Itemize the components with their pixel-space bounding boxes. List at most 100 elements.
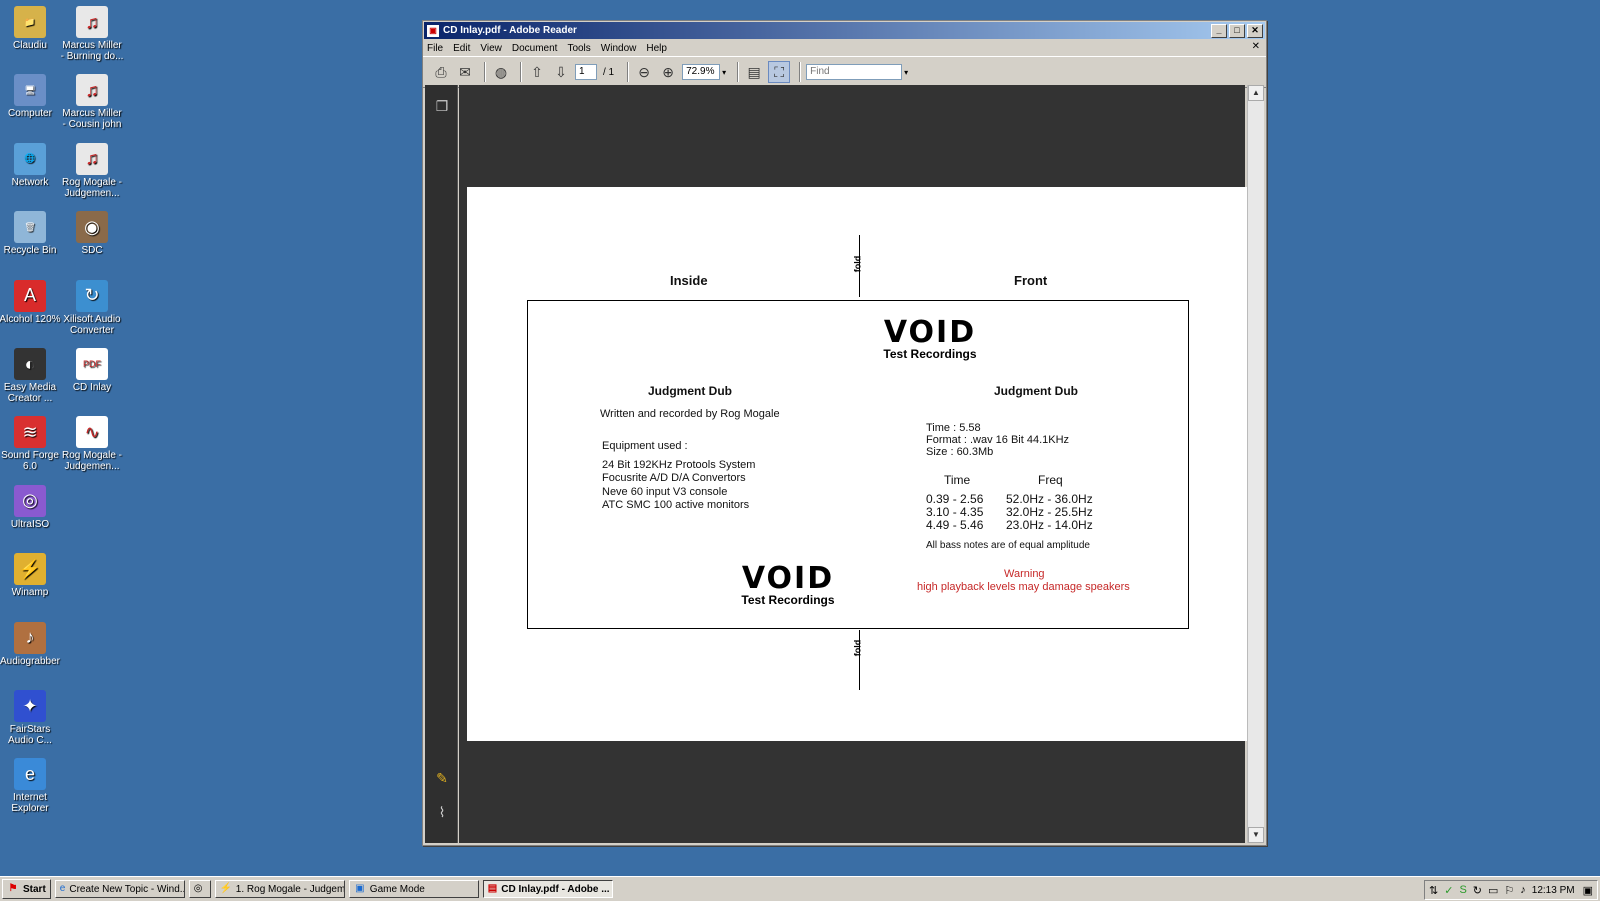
- taskbar-item-adobe-reader[interactable]: ▤ CD Inlay.pdf - Adobe ...: [482, 880, 613, 898]
- taskbar-item-create-topic[interactable]: e Create New Topic - Wind...: [54, 880, 185, 898]
- clock[interactable]: 12:13 PM: [1532, 885, 1575, 896]
- track-info: Size : 60.3Mb: [926, 446, 994, 458]
- desktop-icon[interactable]: 🌐 Network: [0, 142, 62, 188]
- app-icon: ◐: [14, 348, 46, 380]
- desktop-icon[interactable]: 🗑 Recycle Bin: [0, 211, 62, 256]
- sync-tray-icon[interactable]: ↻: [1473, 884, 1482, 897]
- toolbar-separator: [520, 62, 522, 82]
- desktop-icon[interactable]: ♫ Marcus Miller - Burning do...: [60, 6, 124, 62]
- scroll-up-icon[interactable]: ▲: [1248, 85, 1264, 101]
- taskbar-item-game-mode[interactable]: ▣ Game Mode: [348, 880, 479, 898]
- display-tray-icon[interactable]: ▭: [1488, 884, 1498, 897]
- app-icon: ♪: [14, 621, 46, 654]
- taskbar-item-media[interactable]: ◎: [188, 880, 211, 898]
- media-icon: ◎: [193, 883, 203, 894]
- menu-view[interactable]: View: [480, 43, 502, 54]
- desktop-icon[interactable]: e Internet Explorer: [0, 758, 62, 814]
- desktop-icon-label: Audiograbber: [0, 655, 61, 667]
- equipment-item: Focusrite A/D D/A Convertors: [602, 472, 746, 484]
- close-button[interactable]: ✕: [1247, 23, 1263, 38]
- menu-window[interactable]: Window: [601, 43, 637, 54]
- minimize-button[interactable]: _: [1211, 23, 1227, 38]
- zoom-in-icon[interactable]: ⊕: [658, 62, 678, 82]
- desktop-icon[interactable]: ♫ Marcus Miller - Cousin john: [60, 74, 124, 130]
- title-bar[interactable]: ▣ CD Inlay.pdf - Adobe Reader _ □ ✕: [424, 22, 1265, 39]
- time-header: Time: [944, 473, 971, 487]
- zoom-dropdown-icon[interactable]: ▾: [722, 68, 726, 77]
- equipment-item: 24 Bit 192KHz Protools System: [602, 459, 756, 471]
- desktop-icon[interactable]: ♫ Rog Mogale - Judgemen...: [60, 142, 124, 199]
- desktop-icon-label: Rog Mogale - Judgemen...: [61, 450, 123, 473]
- menu-file[interactable]: File: [427, 43, 443, 54]
- next-page-icon[interactable]: ⇩: [551, 62, 571, 82]
- desktop-icon[interactable]: 📁 Claudiu: [0, 6, 62, 51]
- desktop-icon[interactable]: ◉ SDC: [60, 211, 124, 256]
- desktop-icon[interactable]: ◎ UltraISO: [0, 484, 62, 530]
- fit-page-icon[interactable]: ▤: [744, 62, 764, 82]
- void-logo-bottom: VOID Test Recordings: [733, 564, 843, 608]
- taskbar-item-winamp[interactable]: ⚡ 1. Rog Mogale - Judgem...: [214, 880, 345, 898]
- menu-edit[interactable]: Edit: [453, 43, 470, 54]
- search-web-icon[interactable]: ◍: [491, 62, 511, 82]
- desktop-icon-label: Marcus Miller - Burning do...: [60, 40, 124, 62]
- adobe-reader-window: ▣ CD Inlay.pdf - Adobe Reader _ □ ✕ File…: [422, 20, 1267, 846]
- desktop-icon[interactable]: ◐ Easy Media Creator ...: [0, 348, 62, 404]
- maximize-button[interactable]: □: [1229, 23, 1245, 38]
- winamp-icon: ⚡: [219, 883, 233, 894]
- skype-tray-icon[interactable]: S: [1459, 884, 1466, 896]
- windows-flag-icon: ⚑: [8, 883, 18, 894]
- volume-tray-icon[interactable]: ♪: [1520, 884, 1526, 896]
- logo-subtitle: Test Recordings: [741, 593, 835, 607]
- show-desktop-icon[interactable]: ▣: [1583, 884, 1593, 897]
- desktop-icon-label: Easy Media Creator ...: [3, 382, 57, 404]
- desktop-icon[interactable]: PDF CD Inlay: [60, 348, 124, 393]
- segment-freq: 52.0Hz - 36.0Hz: [1006, 492, 1093, 506]
- previous-page-icon[interactable]: ⇧: [527, 62, 547, 82]
- menu-document[interactable]: Document: [512, 43, 558, 54]
- scroll-down-icon[interactable]: ▼: [1248, 827, 1264, 843]
- segment-freq: 23.0Hz - 14.0Hz: [1006, 518, 1093, 532]
- desktop-icon[interactable]: ∿ Rog Mogale - Judgemen...: [60, 416, 124, 472]
- document-view[interactable]: fold Inside Front VOID Test Recordings J…: [459, 85, 1249, 843]
- taskbar-item-label: CD Inlay.pdf - Adobe ...: [501, 883, 610, 895]
- menu-help[interactable]: Help: [646, 43, 667, 54]
- print-icon[interactable]: ⎙: [431, 62, 451, 82]
- desktop-icon[interactable]: ♪ Audiograbber: [0, 621, 62, 667]
- desktop-icon-label: SDC: [81, 245, 103, 257]
- app-icon: 🗑: [14, 211, 46, 244]
- menu-tools[interactable]: Tools: [567, 43, 590, 54]
- comments-icon[interactable]: ✎: [433, 769, 451, 787]
- app-icon: ♫: [76, 74, 108, 107]
- start-button[interactable]: ⚑ Start: [2, 879, 51, 899]
- app-icon: ♫: [76, 6, 108, 38]
- find-dropdown-icon[interactable]: ▾: [904, 68, 908, 77]
- desktop-icon[interactable]: ↻ Xilisoft Audio Converter: [60, 279, 124, 336]
- zoom-input[interactable]: [682, 64, 721, 80]
- toolbar-separator: [737, 62, 740, 82]
- desktop-icon[interactable]: ✦ FairStars Audio C...: [0, 690, 62, 746]
- attachment-icon[interactable]: ⌇: [433, 803, 451, 821]
- inside-title: Judgment Dub: [648, 384, 732, 398]
- security-tray-icon[interactable]: ✓: [1444, 884, 1453, 897]
- network-tray-icon[interactable]: ⇅: [1429, 884, 1438, 897]
- vertical-scrollbar[interactable]: ▲ ▼: [1247, 85, 1264, 843]
- app-icon: e: [14, 758, 46, 791]
- fit-width-icon[interactable]: ⛶: [768, 61, 791, 83]
- desktop-icon-label: Network: [11, 176, 49, 188]
- email-icon[interactable]: ✉: [455, 62, 475, 82]
- desktop-icon-label: Computer: [8, 108, 52, 120]
- desktop-icon[interactable]: A Alcohol 120%: [0, 279, 62, 325]
- page-number-input[interactable]: [575, 64, 597, 80]
- app-icon: ∿: [76, 416, 108, 449]
- start-label: Start: [23, 883, 46, 895]
- game-mode-icon: ▣: [355, 883, 365, 894]
- zoom-out-icon[interactable]: ⊖: [634, 62, 654, 82]
- document-close-icon[interactable]: ✕: [1252, 41, 1260, 52]
- pages-icon[interactable]: ❐: [433, 97, 451, 115]
- find-input[interactable]: [806, 64, 903, 80]
- desktop-icon[interactable]: ⚡ Winamp: [0, 553, 62, 598]
- desktop-icon[interactable]: ≋ Sound Forge 6.0: [0, 416, 62, 472]
- written-by: Written and recorded by Rog Mogale: [600, 408, 780, 420]
- flag-tray-icon[interactable]: ⚐: [1504, 884, 1514, 897]
- desktop-icon[interactable]: 🖥 Computer: [0, 74, 62, 119]
